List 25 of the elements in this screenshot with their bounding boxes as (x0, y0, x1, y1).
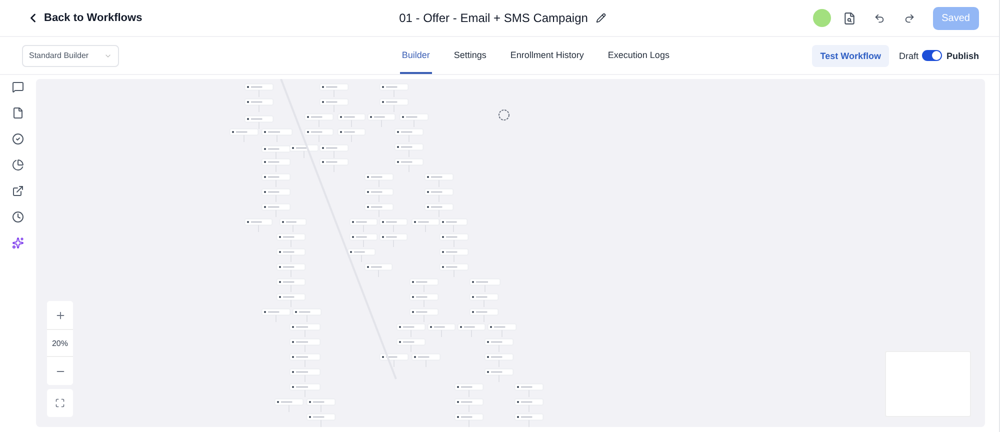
edit-icon[interactable] (596, 13, 606, 23)
test-workflow-button[interactable]: Test Workflow (812, 44, 889, 66)
external-link-icon[interactable] (12, 185, 24, 197)
comment-icon[interactable] (12, 81, 24, 93)
document-search-icon (843, 12, 856, 24)
tab[interactable]: Builder (400, 37, 432, 74)
sparkle-icon[interactable] (12, 237, 24, 249)
check-circle-icon[interactable] (12, 133, 24, 145)
publish-label: Publish (946, 50, 979, 60)
undo-icon (874, 12, 886, 24)
file-icon[interactable] (12, 107, 24, 119)
draft-label: Draft (898, 50, 918, 60)
redo-icon (904, 12, 916, 24)
clock-icon[interactable] (12, 211, 24, 223)
back-link[interactable]: Back to Workflows (26, 11, 356, 25)
tab[interactable]: Enrollment History (508, 37, 586, 74)
workflow-title: 01 - Offer - Email + SMS Campaign (399, 11, 588, 25)
expand-icon (55, 398, 65, 408)
tab[interactable]: Settings (452, 37, 488, 74)
builder-select[interactable]: Standard Builder (22, 44, 119, 66)
loading-icon (498, 109, 510, 121)
pie-chart-icon[interactable] (12, 159, 24, 171)
tab[interactable]: Execution Logs (606, 37, 672, 74)
publish-toggle[interactable] (922, 50, 942, 61)
plus-icon (54, 310, 66, 320)
